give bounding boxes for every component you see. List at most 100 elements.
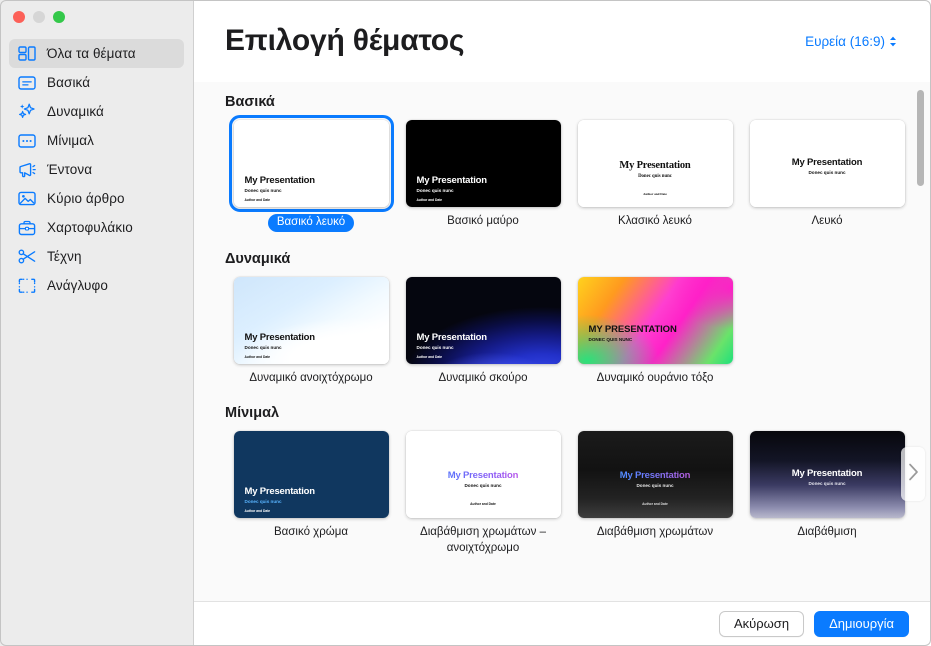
theme-thumbnail-image: My Presentation Donec quis nunc Author an… [577, 431, 733, 519]
briefcase-icon [17, 218, 37, 237]
theme-name-label: Βασικό χρώμα [273, 526, 348, 539]
theme-cell[interactable]: My Presentation Donec quis nunc Author an… [225, 431, 397, 555]
theme-row: My Presentation Donec quis nunc Author an… [225, 115, 931, 233]
theme-thumbnail-image: My Presentation Donec quis nunc Author an… [405, 431, 561, 519]
main-panel: Επιλογή θέματος Ευρεία (16:9) Βασικά My … [194, 0, 931, 646]
theme-thumbnail-image: My Presentation Donec quis nunc [749, 120, 905, 207]
header: Επιλογή θέματος Ευρεία (16:9) [194, 0, 931, 82]
photo-icon [17, 189, 37, 208]
theme-name-label: Δυναμικό ουράνιο τόξο [596, 372, 714, 385]
sidebar-item-1[interactable]: Όλα τα θέματα [9, 39, 184, 68]
theme-thumbnail[interactable]: My Presentation Donec quis nunc Author an… [405, 277, 561, 365]
theme-thumbnail[interactable]: My Presentation Donec quis nunc Author an… [233, 277, 389, 365]
sidebar-item-label: Τέχνη [47, 249, 82, 264]
theme-thumbnail-image: My Presentation Donec quis nunc [749, 431, 905, 519]
sidebar-item-label: Δυναμικά [47, 104, 104, 119]
theme-chooser-window: Όλα τα θέματα Βασικά Δυναμικά Μίνιμαλ Έντονα… [0, 0, 931, 646]
theme-thumbnail-image: My Presentation Donec quis nunc Author an… [577, 120, 733, 207]
sidebar-nav: Όλα τα θέματα Βασικά Δυναμικά Μίνιμαλ Έντονα… [0, 39, 193, 300]
sidebar-item-3[interactable]: Δυναμικά [9, 97, 184, 126]
theme-name-label: Διαβάθμιση χρωμάτων [596, 526, 714, 539]
sidebar-item-6[interactable]: Κύριο άρθρο [9, 184, 184, 213]
sparkles-icon [17, 102, 37, 121]
sidebar-item-7[interactable]: Χαρτοφυλάκιο [9, 213, 184, 242]
sidebar-item-9[interactable]: Ανάγλυφο [9, 271, 184, 300]
theme-thumbnail[interactable]: My Presentation Donec quis nunc Author an… [577, 431, 733, 519]
theme-cell[interactable]: My Presentation Donec quis nunc Author an… [569, 431, 741, 555]
theme-cell[interactable]: My Presentation Donec quis nunc Author an… [569, 120, 741, 232]
sidebar-item-8[interactable]: Τέχνη [9, 242, 184, 271]
theme-name-label: Βασικό μαύρο [447, 215, 519, 227]
theme-section: Βασικά My Presentation Donec quis nunc Au… [194, 82, 931, 233]
theme-name-label: Διαβάθμιση [797, 526, 857, 539]
theme-cell[interactable]: My Presentation Donec quis nunc Λευκό [741, 120, 913, 232]
theme-cell[interactable]: My Presentation Donec quis nunc Author an… [225, 277, 397, 386]
sidebar-item-4[interactable]: Μίνιμαλ [9, 126, 184, 155]
crop-icon [17, 276, 37, 295]
chevron-right-icon [908, 463, 919, 486]
theme-section: Δυναμικά My Presentation Donec quis nunc … [194, 251, 931, 386]
theme-thumbnail-image: My Presentation Donec quis nunc Author an… [405, 120, 561, 207]
basic-icon [17, 73, 37, 92]
theme-grid-scroll-area[interactable]: Βασικά My Presentation Donec quis nunc Au… [194, 82, 931, 601]
theme-name-label: Δυναμικό σκούρο [438, 372, 528, 385]
sidebar-item-5[interactable]: Έντονα [9, 155, 184, 184]
all-themes-icon [17, 44, 37, 63]
theme-name-label: Δυναμικό ανοιχτόχρωμο [249, 372, 373, 385]
theme-thumbnail-image: My Presentation Donec quis nunc Author an… [233, 431, 389, 519]
sidebar: Όλα τα θέματα Βασικά Δυναμικά Μίνιμαλ Έντονα… [0, 0, 194, 646]
theme-thumbnail[interactable]: My Presentation Donec quis nunc Author an… [233, 431, 389, 519]
section-title: Μίνιμαλ [225, 405, 280, 422]
theme-row: My Presentation Donec quis nunc Author an… [225, 431, 931, 555]
theme-cell[interactable]: My Presentation Donec quis nunc Author an… [225, 115, 397, 233]
vertical-scrollbar-thumb[interactable] [917, 90, 924, 186]
scissors-icon [17, 247, 37, 266]
theme-thumbnail[interactable]: My Presentation Donec quis nunc Author an… [405, 431, 561, 519]
zoom-window-button[interactable] [53, 11, 65, 23]
theme-thumbnail[interactable]: My Presentation Donec quis nunc [749, 431, 905, 519]
theme-thumbnail-image: MY PRESENTATION DONEC QUIS NUNC [577, 277, 733, 365]
theme-name-label: Διαβάθμιση χρωμάτων – ανοιχτόχρωμο [420, 526, 546, 554]
sidebar-item-label: Όλα τα θέματα [47, 46, 136, 61]
theme-name-label: Βασικό λευκό [267, 214, 355, 233]
minimize-window-button[interactable] [33, 11, 45, 23]
sidebar-item-label: Κύριο άρθρο [47, 191, 125, 206]
minimal-icon [17, 131, 37, 150]
cancel-button[interactable]: Ακύρωση [718, 611, 805, 637]
theme-cell[interactable]: My Presentation Donec quis nunc Διαβάθμιση [741, 431, 913, 555]
sidebar-item-label: Βασικά [47, 75, 91, 90]
theme-thumbnail-image: My Presentation Donec quis nunc Author an… [233, 120, 389, 207]
theme-thumbnail[interactable]: My Presentation Donec quis nunc Author an… [405, 120, 561, 207]
chevron-up-down-icon [889, 36, 897, 47]
theme-thumbnail-image: My Presentation Donec quis nunc Author an… [405, 277, 561, 365]
sidebar-item-label: Μίνιμαλ [47, 133, 95, 148]
sidebar-item-label: Έντονα [47, 162, 93, 177]
theme-cell[interactable]: My Presentation Donec quis nunc Author an… [397, 120, 569, 232]
megaphone-icon [17, 160, 37, 179]
theme-name-label: Λευκό [811, 215, 843, 227]
aspect-ratio-label: Ευρεία (16:9) [805, 33, 885, 49]
sidebar-item-label: Χαρτοφυλάκιο [47, 220, 133, 235]
page-title: Επιλογή θέματος [225, 24, 465, 57]
footer-bar: Ακύρωση Δημιουργία [194, 601, 931, 646]
window-traffic-lights [13, 11, 65, 23]
theme-thumbnail-image: My Presentation Donec quis nunc Author an… [233, 277, 389, 365]
theme-row: My Presentation Donec quis nunc Author an… [225, 277, 931, 386]
theme-thumbnail[interactable]: MY PRESENTATION DONEC QUIS NUNC [577, 277, 733, 365]
theme-cell[interactable]: My Presentation Donec quis nunc Author an… [397, 277, 569, 386]
next-page-button[interactable] [901, 447, 925, 501]
section-title: Δυναμικά [225, 251, 291, 268]
theme-thumbnail[interactable]: My Presentation Donec quis nunc [749, 120, 905, 207]
close-window-button[interactable] [13, 11, 25, 23]
theme-thumbnail[interactable]: My Presentation Donec quis nunc Author an… [577, 120, 733, 207]
sidebar-item-label: Ανάγλυφο [47, 278, 108, 293]
theme-thumbnail[interactable]: My Presentation Donec quis nunc Author an… [228, 115, 394, 212]
theme-section: Μίνιμαλ My Presentation Donec quis nunc A… [194, 405, 931, 555]
create-button[interactable]: Δημιουργία [814, 611, 909, 637]
theme-name-label: Κλασικό λευκό [618, 215, 692, 227]
aspect-ratio-button[interactable]: Ευρεία (16:9) [805, 34, 897, 49]
theme-cell[interactable]: My Presentation Donec quis nunc Author an… [397, 431, 569, 555]
sidebar-item-2[interactable]: Βασικά [9, 68, 184, 97]
theme-cell[interactable]: MY PRESENTATION DONEC QUIS NUNC Δυναμικό ο… [569, 277, 741, 386]
section-title: Βασικά [225, 94, 275, 110]
